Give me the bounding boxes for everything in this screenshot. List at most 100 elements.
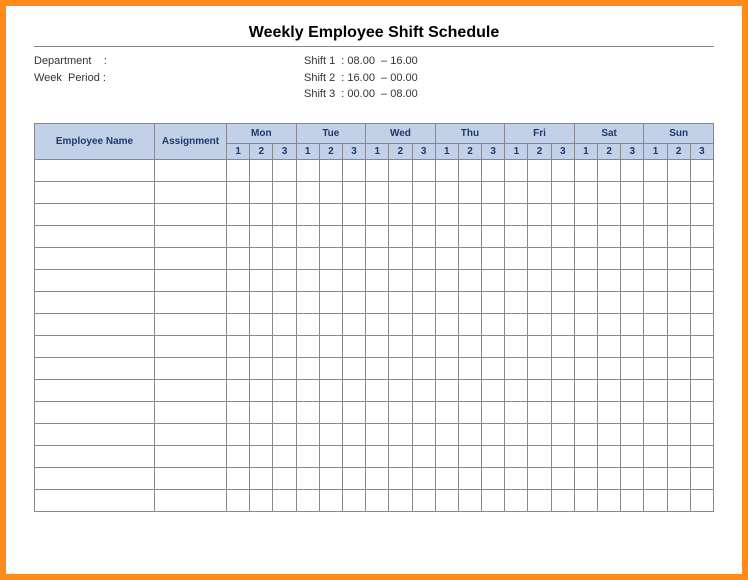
- cell-shift[interactable]: [598, 467, 621, 489]
- cell-shift[interactable]: [621, 159, 644, 181]
- cell-shift[interactable]: [296, 401, 319, 423]
- cell-shift[interactable]: [667, 225, 690, 247]
- cell-shift[interactable]: [574, 159, 597, 181]
- cell-shift[interactable]: [505, 423, 528, 445]
- cell-shift[interactable]: [319, 445, 342, 467]
- cell-shift[interactable]: [690, 247, 713, 269]
- cell-shift[interactable]: [690, 423, 713, 445]
- cell-shift[interactable]: [458, 313, 481, 335]
- cell-shift[interactable]: [667, 313, 690, 335]
- cell-shift[interactable]: [389, 445, 412, 467]
- cell-shift[interactable]: [644, 467, 667, 489]
- cell-shift[interactable]: [598, 335, 621, 357]
- cell-shift[interactable]: [574, 335, 597, 357]
- cell-shift[interactable]: [412, 291, 435, 313]
- cell-shift[interactable]: [458, 203, 481, 225]
- cell-shift[interactable]: [690, 445, 713, 467]
- cell-shift[interactable]: [342, 159, 365, 181]
- cell-shift[interactable]: [412, 489, 435, 511]
- cell-shift[interactable]: [551, 313, 574, 335]
- cell-shift[interactable]: [458, 357, 481, 379]
- cell-shift[interactable]: [227, 313, 250, 335]
- cell-shift[interactable]: [551, 247, 574, 269]
- cell-shift[interactable]: [482, 181, 505, 203]
- cell-shift[interactable]: [598, 291, 621, 313]
- cell-shift[interactable]: [342, 181, 365, 203]
- cell-shift[interactable]: [551, 357, 574, 379]
- cell-shift[interactable]: [250, 181, 273, 203]
- cell-shift[interactable]: [435, 291, 458, 313]
- cell-shift[interactable]: [528, 247, 551, 269]
- cell-shift[interactable]: [458, 181, 481, 203]
- cell-shift[interactable]: [458, 467, 481, 489]
- cell-shift[interactable]: [273, 335, 296, 357]
- cell-shift[interactable]: [296, 445, 319, 467]
- cell-shift[interactable]: [227, 401, 250, 423]
- cell-shift[interactable]: [574, 467, 597, 489]
- cell-shift[interactable]: [366, 489, 389, 511]
- cell-shift[interactable]: [528, 489, 551, 511]
- cell-shift[interactable]: [574, 203, 597, 225]
- cell-shift[interactable]: [505, 401, 528, 423]
- cell-shift[interactable]: [273, 225, 296, 247]
- cell-shift[interactable]: [319, 181, 342, 203]
- cell-shift[interactable]: [505, 203, 528, 225]
- cell-shift[interactable]: [667, 181, 690, 203]
- cell-shift[interactable]: [458, 269, 481, 291]
- cell-shift[interactable]: [250, 489, 273, 511]
- cell-shift[interactable]: [342, 489, 365, 511]
- cell-shift[interactable]: [389, 291, 412, 313]
- cell-shift[interactable]: [412, 159, 435, 181]
- cell-shift[interactable]: [389, 159, 412, 181]
- cell-shift[interactable]: [690, 203, 713, 225]
- cell-shift[interactable]: [273, 313, 296, 335]
- cell-shift[interactable]: [551, 181, 574, 203]
- cell-shift[interactable]: [574, 423, 597, 445]
- cell-shift[interactable]: [296, 247, 319, 269]
- cell-shift[interactable]: [412, 203, 435, 225]
- cell-shift[interactable]: [598, 357, 621, 379]
- cell-shift[interactable]: [528, 423, 551, 445]
- cell-shift[interactable]: [227, 423, 250, 445]
- cell-shift[interactable]: [389, 181, 412, 203]
- cell-shift[interactable]: [250, 467, 273, 489]
- cell-shift[interactable]: [227, 181, 250, 203]
- cell-shift[interactable]: [250, 313, 273, 335]
- cell-shift[interactable]: [319, 401, 342, 423]
- cell-shift[interactable]: [667, 159, 690, 181]
- cell-shift[interactable]: [644, 489, 667, 511]
- cell-shift[interactable]: [621, 203, 644, 225]
- cell-employee-name[interactable]: [35, 467, 155, 489]
- cell-shift[interactable]: [690, 379, 713, 401]
- cell-shift[interactable]: [389, 379, 412, 401]
- cell-shift[interactable]: [273, 203, 296, 225]
- cell-shift[interactable]: [296, 467, 319, 489]
- cell-shift[interactable]: [435, 467, 458, 489]
- cell-shift[interactable]: [273, 159, 296, 181]
- cell-shift[interactable]: [342, 445, 365, 467]
- cell-assignment[interactable]: [155, 401, 227, 423]
- cell-shift[interactable]: [621, 335, 644, 357]
- cell-shift[interactable]: [551, 291, 574, 313]
- cell-shift[interactable]: [621, 291, 644, 313]
- cell-shift[interactable]: [528, 291, 551, 313]
- cell-shift[interactable]: [482, 247, 505, 269]
- cell-shift[interactable]: [412, 335, 435, 357]
- cell-shift[interactable]: [598, 181, 621, 203]
- cell-shift[interactable]: [366, 313, 389, 335]
- cell-shift[interactable]: [273, 247, 296, 269]
- cell-shift[interactable]: [389, 269, 412, 291]
- cell-shift[interactable]: [319, 313, 342, 335]
- cell-shift[interactable]: [435, 445, 458, 467]
- cell-shift[interactable]: [551, 423, 574, 445]
- cell-shift[interactable]: [551, 335, 574, 357]
- cell-shift[interactable]: [342, 379, 365, 401]
- cell-shift[interactable]: [505, 379, 528, 401]
- cell-shift[interactable]: [342, 401, 365, 423]
- cell-employee-name[interactable]: [35, 203, 155, 225]
- cell-shift[interactable]: [598, 445, 621, 467]
- cell-shift[interactable]: [389, 423, 412, 445]
- cell-assignment[interactable]: [155, 291, 227, 313]
- cell-assignment[interactable]: [155, 423, 227, 445]
- cell-employee-name[interactable]: [35, 445, 155, 467]
